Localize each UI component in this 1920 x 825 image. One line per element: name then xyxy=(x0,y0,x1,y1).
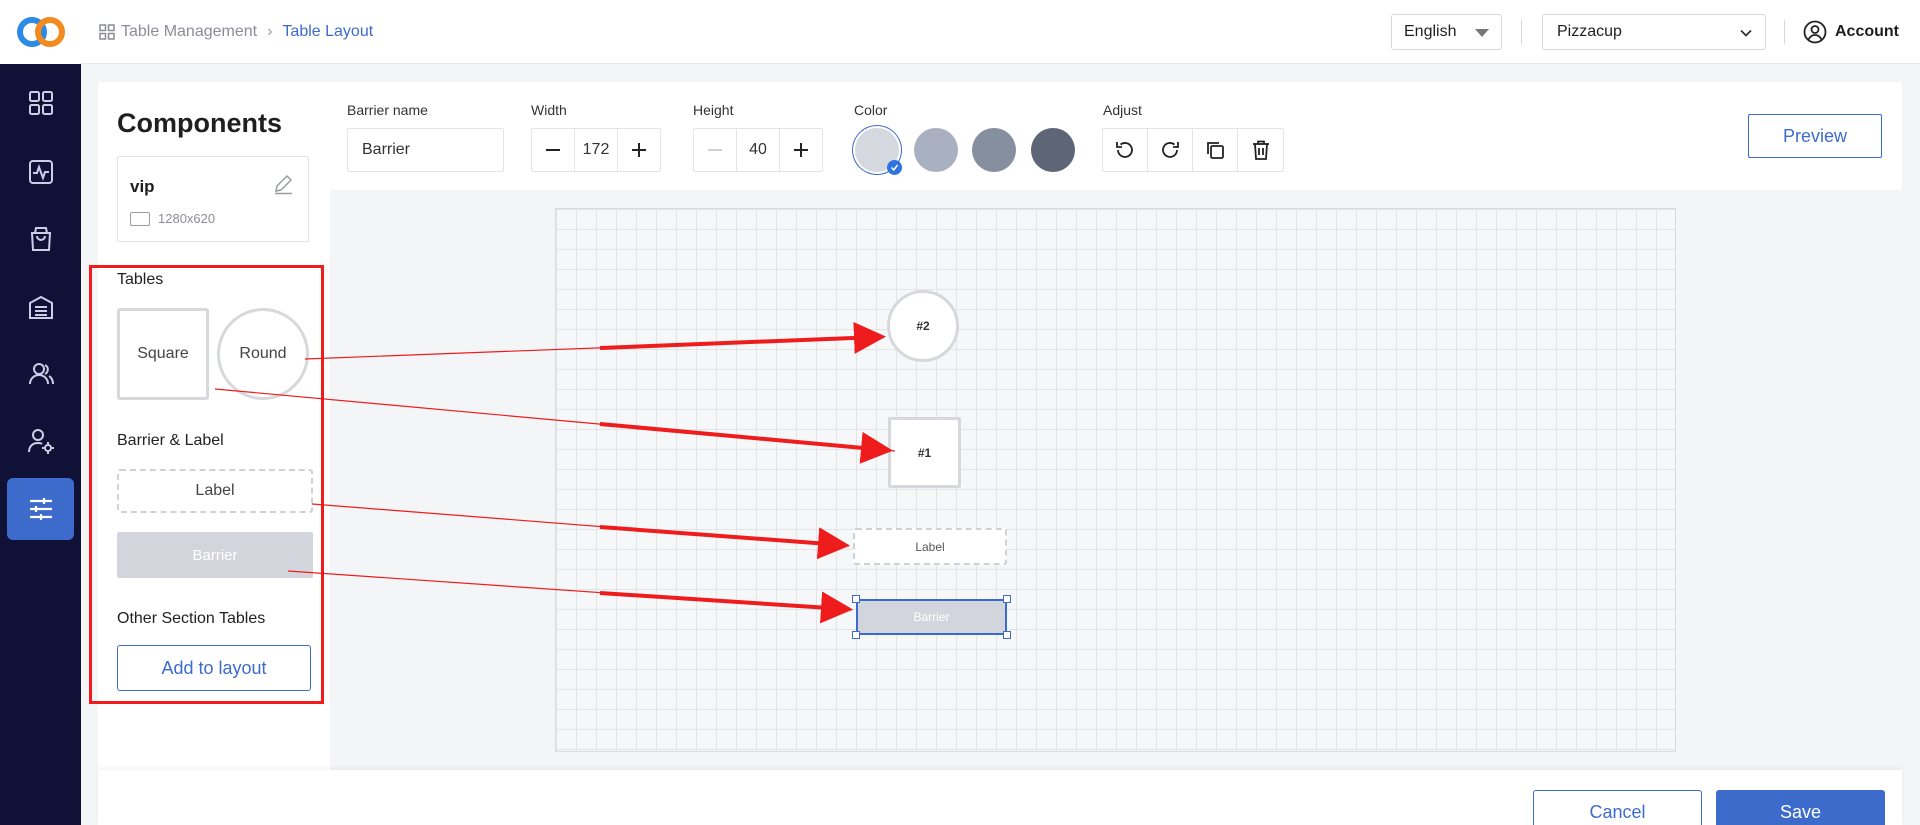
footer-bar: Cancel Save xyxy=(98,770,1902,825)
height-label: Height xyxy=(693,102,734,118)
canvas-square-table[interactable]: #1 xyxy=(888,417,961,488)
account-label: Account xyxy=(1835,23,1899,40)
nav-activity[interactable] xyxy=(7,141,74,203)
breadcrumb-current: Table Layout xyxy=(282,23,374,40)
resize-handle[interactable] xyxy=(852,595,860,603)
barrier-label-heading: Barrier & Label xyxy=(117,432,224,449)
resize-handle[interactable] xyxy=(1003,595,1011,603)
rectangle-icon xyxy=(130,211,150,226)
account-icon xyxy=(1803,20,1827,44)
account-menu[interactable]: Account xyxy=(1803,14,1899,50)
adjust-label: Adjust xyxy=(1103,102,1142,118)
chevron-right-icon: › xyxy=(267,23,273,40)
nav-orders[interactable] xyxy=(7,208,74,270)
components-panel: Components vip 1280x620 Tables Square Ro… xyxy=(98,82,330,772)
nav-dashboard[interactable] xyxy=(7,72,74,134)
grid-icon xyxy=(99,24,115,40)
barrier-component[interactable]: Barrier xyxy=(117,532,313,578)
plus-icon[interactable] xyxy=(618,129,660,171)
round-table-component[interactable]: Round xyxy=(217,308,309,400)
minus-icon[interactable] xyxy=(532,129,574,171)
label-component[interactable]: Label xyxy=(117,469,313,513)
grid-icon xyxy=(28,91,53,115)
copy-icon[interactable] xyxy=(1193,129,1238,171)
users-icon xyxy=(28,363,54,385)
language-value: English xyxy=(1404,23,1457,40)
properties-toolbar: Barrier name Barrier Width 172 Height 40… xyxy=(330,82,1902,190)
chevron-down-icon xyxy=(1740,29,1752,37)
section-size: 1280x620 xyxy=(130,211,215,226)
barrier-name-label: Barrier name xyxy=(347,102,428,118)
store-select[interactable]: Pizzacup xyxy=(1542,14,1766,50)
activity-icon xyxy=(28,160,53,184)
cancel-button[interactable]: Cancel xyxy=(1533,790,1702,825)
adjust-group xyxy=(1102,128,1284,172)
layout-canvas[interactable] xyxy=(555,208,1676,752)
canvas-round-table[interactable]: #2 xyxy=(887,290,959,362)
canvas-label[interactable]: Label xyxy=(853,528,1007,565)
check-icon xyxy=(887,160,902,175)
section-card[interactable]: vip 1280x620 xyxy=(117,156,309,242)
rotate-left-icon[interactable] xyxy=(1103,129,1148,171)
color-swatch-2[interactable] xyxy=(914,128,958,172)
color-swatch-1[interactable] xyxy=(855,128,902,175)
nav-staff[interactable] xyxy=(7,410,74,472)
height-stepper: 40 xyxy=(693,128,823,172)
add-to-layout-button[interactable]: Add to layout xyxy=(117,645,311,691)
bag-icon xyxy=(30,227,51,251)
language-select[interactable]: English xyxy=(1391,14,1502,50)
resize-handle[interactable] xyxy=(852,631,860,639)
color-swatch-4[interactable] xyxy=(1031,128,1075,172)
height-value[interactable]: 40 xyxy=(736,129,780,171)
main-sidebar xyxy=(0,0,81,825)
warehouse-icon xyxy=(28,295,53,319)
minus-icon[interactable] xyxy=(694,129,736,171)
caret-down-icon xyxy=(1475,29,1489,37)
tables-heading: Tables xyxy=(117,271,164,288)
section-name: vip xyxy=(130,177,155,196)
save-button[interactable]: Save xyxy=(1716,790,1885,825)
breadcrumb-parent[interactable]: Table Management xyxy=(121,23,257,41)
resize-handle[interactable] xyxy=(1003,631,1011,639)
width-stepper: 172 xyxy=(531,128,661,172)
divider xyxy=(1784,20,1785,44)
color-swatch-3[interactable] xyxy=(972,128,1016,172)
plus-icon[interactable] xyxy=(780,129,822,171)
breadcrumb: Table Management › Table Layout xyxy=(99,0,373,64)
rotate-right-icon[interactable] xyxy=(1148,129,1193,171)
logo-icon xyxy=(16,17,65,47)
nav-settings[interactable] xyxy=(7,478,74,540)
sliders-icon xyxy=(29,498,52,520)
user-settings-icon xyxy=(27,429,54,454)
trash-icon[interactable] xyxy=(1238,129,1283,171)
width-value[interactable]: 172 xyxy=(574,129,618,171)
canvas-barrier[interactable]: Barrier xyxy=(856,599,1007,635)
app-logo[interactable] xyxy=(0,0,81,64)
top-bar: Table Management › Table Layout English … xyxy=(81,0,1920,64)
panel-title: Components xyxy=(117,108,282,138)
square-table-component[interactable]: Square xyxy=(117,308,209,400)
barrier-name-input[interactable]: Barrier xyxy=(347,128,504,172)
nav-inventory[interactable] xyxy=(7,276,74,338)
nav-customers[interactable] xyxy=(7,343,74,405)
color-label: Color xyxy=(854,102,888,118)
edit-icon[interactable] xyxy=(272,173,294,200)
store-value: Pizzacup xyxy=(1557,23,1622,40)
width-label: Width xyxy=(531,102,567,118)
divider xyxy=(1521,20,1522,44)
section-size-value: 1280x620 xyxy=(158,211,216,226)
preview-button[interactable]: Preview xyxy=(1748,114,1882,158)
other-section-heading: Other Section Tables xyxy=(117,610,266,627)
